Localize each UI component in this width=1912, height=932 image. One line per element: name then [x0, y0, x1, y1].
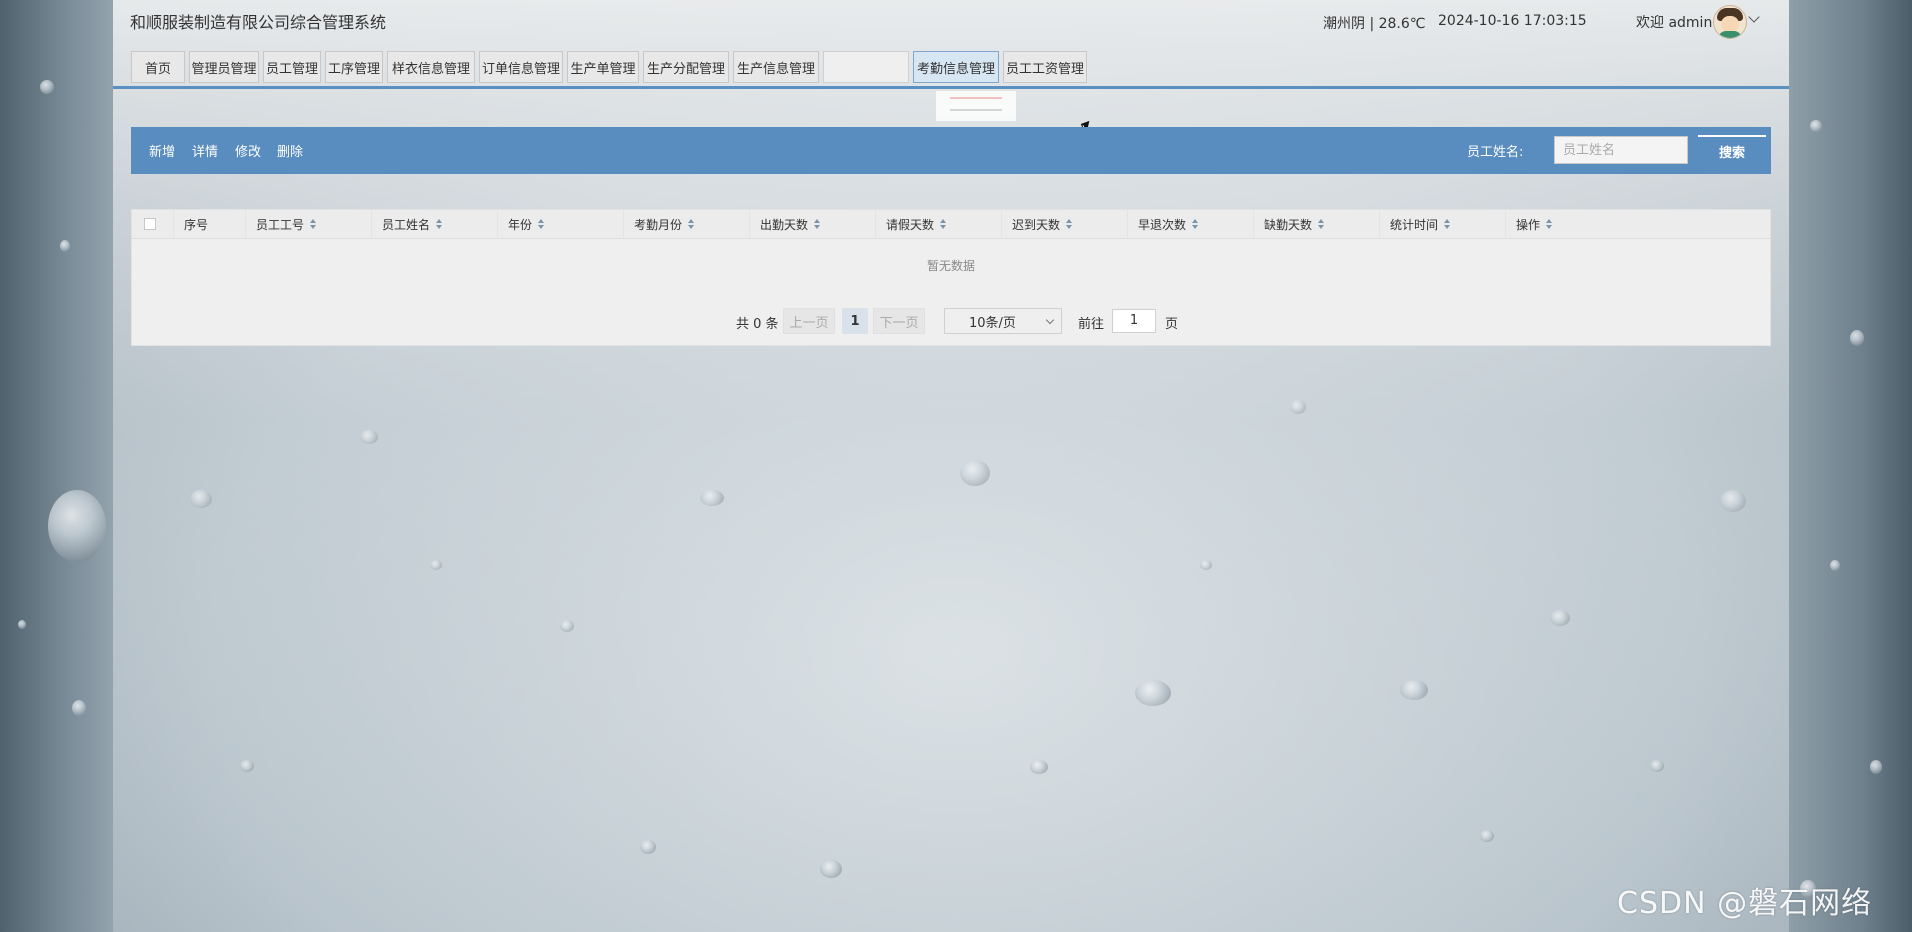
- sort-icon[interactable]: [436, 219, 443, 229]
- tab-admin-management[interactable]: 管理员管理: [189, 51, 259, 83]
- tab-process-management[interactable]: 工序管理: [325, 51, 383, 83]
- tab-home[interactable]: 首页: [131, 51, 185, 83]
- tab-employee-management[interactable]: 员工管理: [263, 51, 321, 83]
- column-header[interactable]: 年份: [498, 210, 624, 238]
- select-all-checkbox[interactable]: [144, 218, 156, 230]
- prev-page-button[interactable]: 上一页: [783, 308, 835, 334]
- goto-page-input[interactable]: 1: [1112, 309, 1156, 333]
- goto-label: 前往: [1078, 317, 1105, 332]
- attendance-table: 序号 员工工号 员工姓名 年份 考勤月份 出勤天数 请假天数 迟到天数 早退次数…: [131, 209, 1771, 346]
- welcome-text[interactable]: 欢迎 admin: [1636, 12, 1712, 32]
- top-bar: 和顺服装制造有限公司综合管理系统 潮州阴 | 28.6℃ 2024-10-16 …: [113, 0, 1789, 46]
- chevron-down-icon[interactable]: [1748, 11, 1760, 23]
- employee-name-search-input[interactable]: [1554, 136, 1688, 164]
- background-left: [0, 0, 113, 932]
- column-header[interactable]: 考勤月份: [624, 210, 750, 238]
- tab-attendance-management[interactable]: 考勤信息管理: [913, 51, 999, 83]
- column-header[interactable]: 操作: [1506, 210, 1770, 238]
- sort-icon[interactable]: [1444, 219, 1451, 229]
- nav-divider: [113, 86, 1789, 89]
- sort-icon[interactable]: [1192, 219, 1199, 229]
- tab-dropdown-menu[interactable]: [936, 91, 1016, 121]
- column-header[interactable]: 缺勤天数: [1254, 210, 1380, 238]
- total-count: 共 0 条: [736, 317, 779, 332]
- column-header: 序号: [174, 210, 246, 238]
- pagination: 共 0 条 上一页 1 下一页 10条/页 前往 1 页: [132, 308, 1770, 334]
- tab-production-order-management[interactable]: 生产单管理: [567, 51, 639, 83]
- page-number-button[interactable]: 1: [842, 308, 868, 334]
- select-all-cell: [132, 210, 174, 238]
- date-time: 2024-10-16 17:03:15: [1438, 13, 1587, 29]
- edit-button[interactable]: 修改: [235, 141, 261, 160]
- tab-production-assign-management[interactable]: 生产分配管理: [643, 51, 729, 83]
- tab-sample-management[interactable]: 样衣信息管理: [387, 51, 475, 83]
- sort-icon[interactable]: [940, 219, 947, 229]
- sort-icon[interactable]: [688, 219, 695, 229]
- chevron-down-icon: [1045, 315, 1055, 325]
- column-header[interactable]: 员工姓名: [372, 210, 498, 238]
- sort-icon[interactable]: [814, 219, 821, 229]
- add-button[interactable]: 新增: [149, 141, 175, 160]
- page-suffix: 页: [1165, 317, 1179, 332]
- table-header: 序号 员工工号 员工姓名 年份 考勤月份 出勤天数 请假天数 迟到天数 早退次数…: [132, 210, 1770, 239]
- app-window: 和顺服装制造有限公司综合管理系统 潮州阴 | 28.6℃ 2024-10-16 …: [113, 0, 1789, 932]
- sort-icon[interactable]: [538, 219, 545, 229]
- tab-order-management[interactable]: 订单信息管理: [479, 51, 563, 83]
- page-size-value: 10条/页: [969, 315, 1016, 331]
- background-right: [1789, 0, 1912, 932]
- tab-salary-management[interactable]: 员工工资管理: [1003, 51, 1087, 83]
- sort-icon[interactable]: [1546, 219, 1553, 229]
- sort-icon[interactable]: [1066, 219, 1073, 229]
- sort-icon[interactable]: [1318, 219, 1325, 229]
- column-header[interactable]: 请假天数: [876, 210, 1002, 238]
- column-header[interactable]: 早退次数: [1128, 210, 1254, 238]
- tab-production-info-management[interactable]: 生产信息管理: [733, 51, 819, 83]
- column-header[interactable]: 统计时间: [1380, 210, 1506, 238]
- delete-button[interactable]: 删除: [277, 141, 303, 160]
- weather-info: 潮州阴 | 28.6℃: [1323, 16, 1426, 32]
- system-title: 和顺服装制造有限公司综合管理系统: [130, 13, 387, 32]
- next-page-button[interactable]: 下一页: [873, 308, 925, 334]
- sort-icon[interactable]: [310, 219, 317, 229]
- search-button[interactable]: 搜索: [1698, 135, 1766, 165]
- nav-tabs: 首页 管理员管理 员工管理 工序管理 样衣信息管理 订单信息管理 生产单管理 生…: [131, 51, 1087, 85]
- column-header[interactable]: 出勤天数: [750, 210, 876, 238]
- avatar[interactable]: [1713, 5, 1747, 39]
- column-header[interactable]: 迟到天数: [1002, 210, 1128, 238]
- page-size-select[interactable]: 10条/页: [944, 308, 1062, 334]
- column-header[interactable]: 员工工号: [246, 210, 372, 238]
- empty-state-text: 暂无数据: [926, 259, 975, 273]
- search-label: 员工姓名:: [1467, 145, 1524, 160]
- tab-blank[interactable]: [823, 51, 909, 83]
- detail-button[interactable]: 详情: [192, 141, 218, 160]
- watermark-text: CSDN @磐石网络: [1617, 886, 1873, 921]
- action-toolbar: 新增 详情 修改 删除 员工姓名: 搜索: [131, 127, 1771, 174]
